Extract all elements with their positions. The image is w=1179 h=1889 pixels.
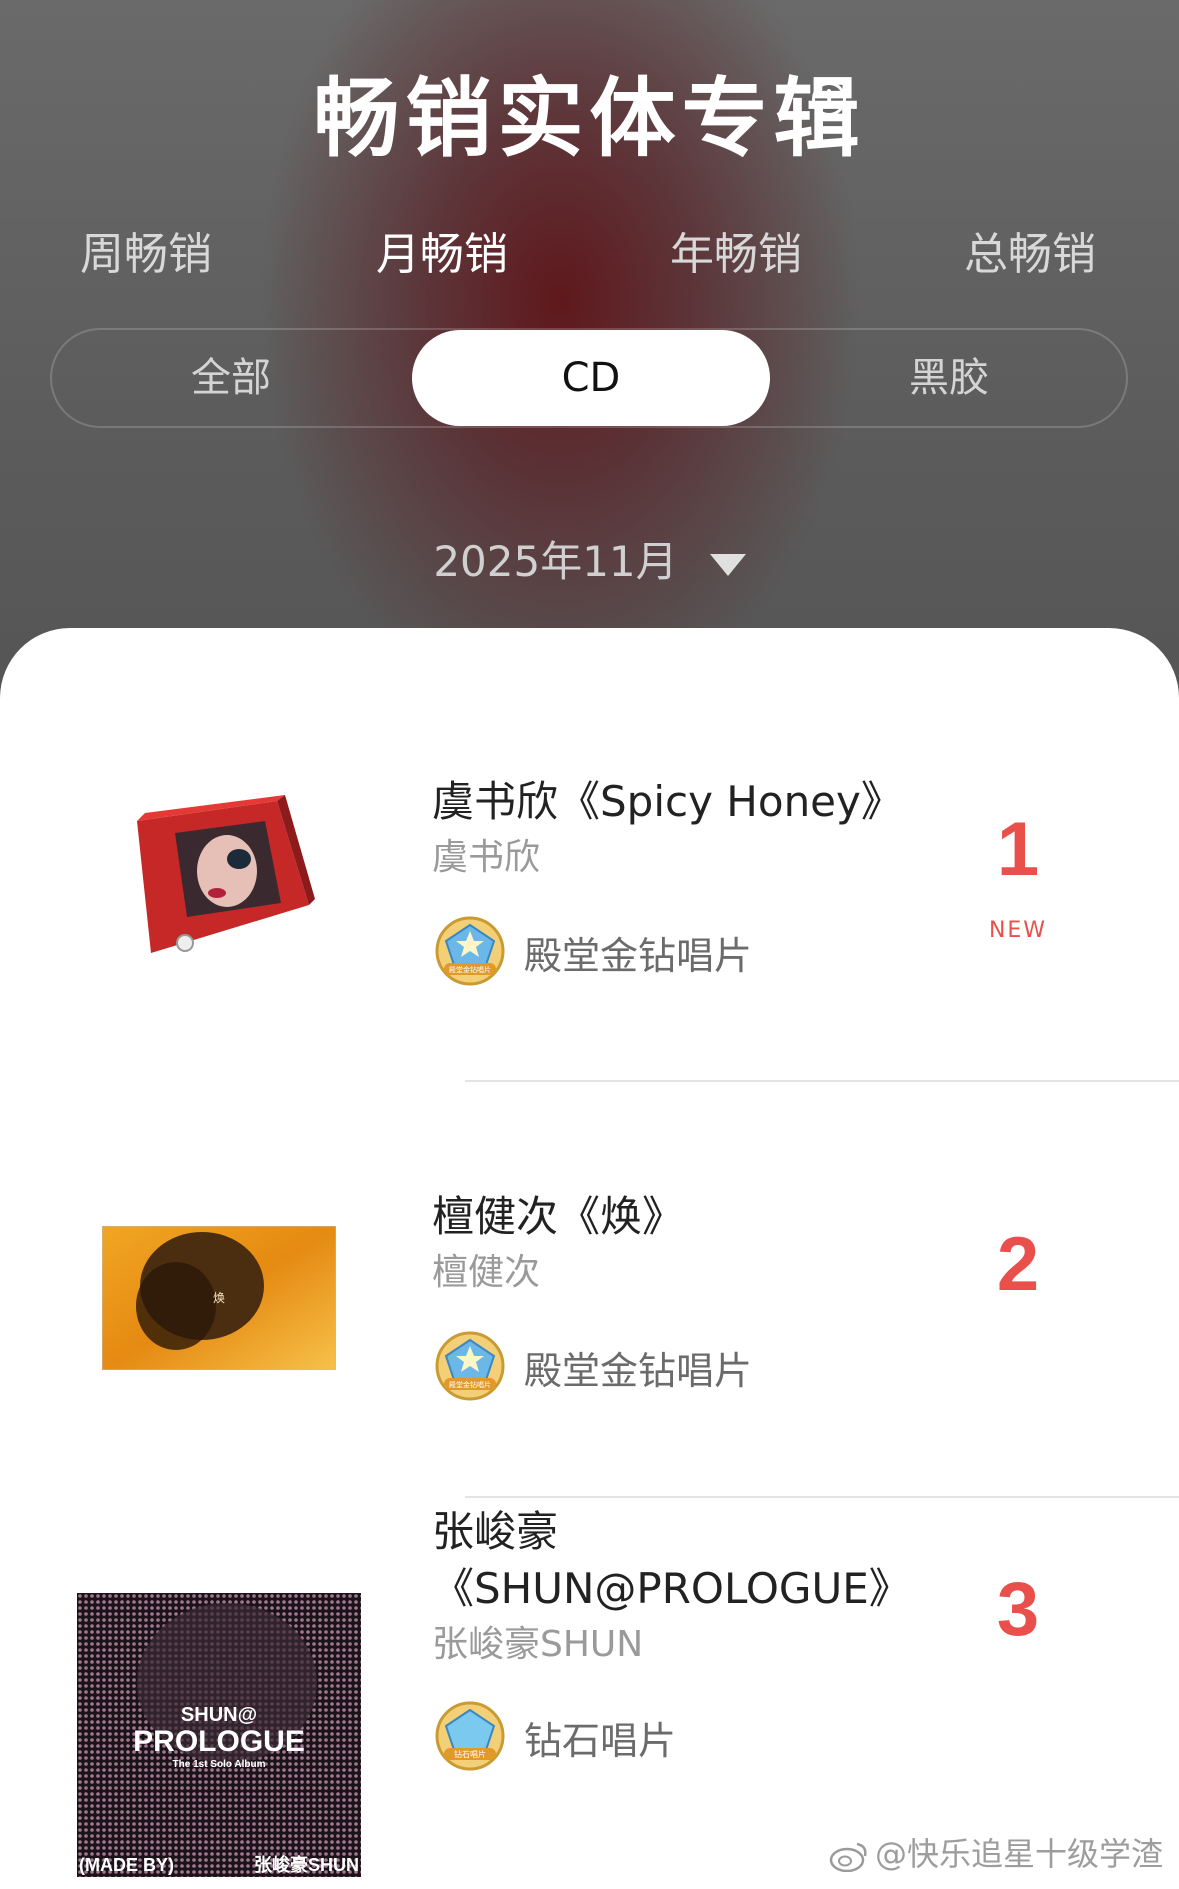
watermark-text: @快乐追星十级学渣	[874, 1835, 1163, 1873]
album-artist: 虞书欣	[432, 837, 541, 878]
album-cover-1	[137, 795, 315, 953]
rank-number: 3	[996, 1567, 1040, 1652]
list-item[interactable]: 虞书欣《Spicy Honey》 虞书欣 殿堂金钻唱片 殿堂金钻唱片 1 NEW	[0, 628, 1179, 1043]
tab-weekly[interactable]: 周畅销	[46, 218, 246, 282]
tab-monthly[interactable]: 月畅销	[342, 218, 542, 282]
certification-badge-icon: 殿堂金钻唱片	[435, 1331, 505, 1401]
album-title: 虞书欣《Spicy Honey》	[432, 777, 903, 826]
date-selector[interactable]: 2025年11月	[0, 528, 1179, 589]
badge-text: 殿堂金钻唱片	[449, 965, 491, 974]
segment-cd[interactable]: CD	[412, 330, 770, 426]
badge-text: 殿堂金钻唱片	[449, 1380, 491, 1389]
date-value: 2025年11月	[433, 537, 678, 586]
cover-footer-left: (MADE BY)	[79, 1855, 174, 1875]
weibo-icon	[829, 1842, 867, 1872]
badge-text: 钻石唱片	[454, 1749, 486, 1759]
certification-badge-icon: 殿堂金钻唱片	[435, 916, 505, 986]
album-cover-3: SHUN@ PROLOGUE The 1st Solo Album (MADE …	[77, 1593, 361, 1877]
format-segmented-control: 全部 CD 黑胶	[50, 328, 1128, 428]
album-title-line-2: 《SHUN@PROLOGUE》	[432, 1564, 911, 1613]
watermark: @快乐追星十级学渣	[829, 1829, 1163, 1875]
certification-badge-icon: 钻石唱片	[435, 1701, 505, 1771]
certification-label: 殿堂金钻唱片	[524, 934, 753, 978]
album-list: 虞书欣《Spicy Honey》 虞书欣 殿堂金钻唱片 殿堂金钻唱片 1 NEW	[0, 628, 1179, 1889]
album-cover-2: 焕	[102, 1226, 336, 1370]
album-artist: 张峻豪SHUN	[432, 1624, 644, 1665]
album-artist: 檀健次	[432, 1252, 541, 1293]
certification-label: 钻石唱片	[524, 1719, 677, 1763]
period-tabs: 周畅销 月畅销 年畅销 总畅销	[0, 218, 1179, 280]
caret-down-icon	[709, 553, 746, 576]
cover-line-3: The 1st Solo Album	[173, 1759, 266, 1770]
tab-yearly[interactable]: 年畅销	[636, 218, 836, 282]
album-title: 檀健次《焕》	[432, 1192, 685, 1241]
info-icon[interactable]: i	[812, 82, 846, 116]
page-title: 畅销实体专辑	[313, 69, 866, 169]
cover-line-2: PROLOGUE	[133, 1725, 305, 1758]
tab-total[interactable]: 总畅销	[930, 218, 1130, 282]
cover-line-1: SHUN@	[181, 1704, 257, 1726]
cover-footer-right: 张峻豪SHUN	[254, 1854, 359, 1875]
segment-all[interactable]: 全部	[52, 330, 410, 426]
new-badge: NEW	[988, 918, 1048, 943]
list-item[interactable]: SHUN@ PROLOGUE The 1st Solo Album (MADE …	[0, 1458, 1179, 1877]
list-item[interactable]: 焕 檀健次《焕》 檀健次 殿堂金钻唱片 殿堂金钻唱片 2	[0, 1043, 1179, 1458]
album-title-line-1: 张峻豪	[432, 1507, 559, 1556]
rank-number: 2	[996, 1222, 1040, 1307]
segment-vinyl[interactable]: 黑胶	[770, 330, 1128, 426]
rank-number: 1	[996, 807, 1040, 892]
certification-label: 殿堂金钻唱片	[524, 1349, 753, 1393]
cover-mark: 焕	[213, 1291, 225, 1305]
